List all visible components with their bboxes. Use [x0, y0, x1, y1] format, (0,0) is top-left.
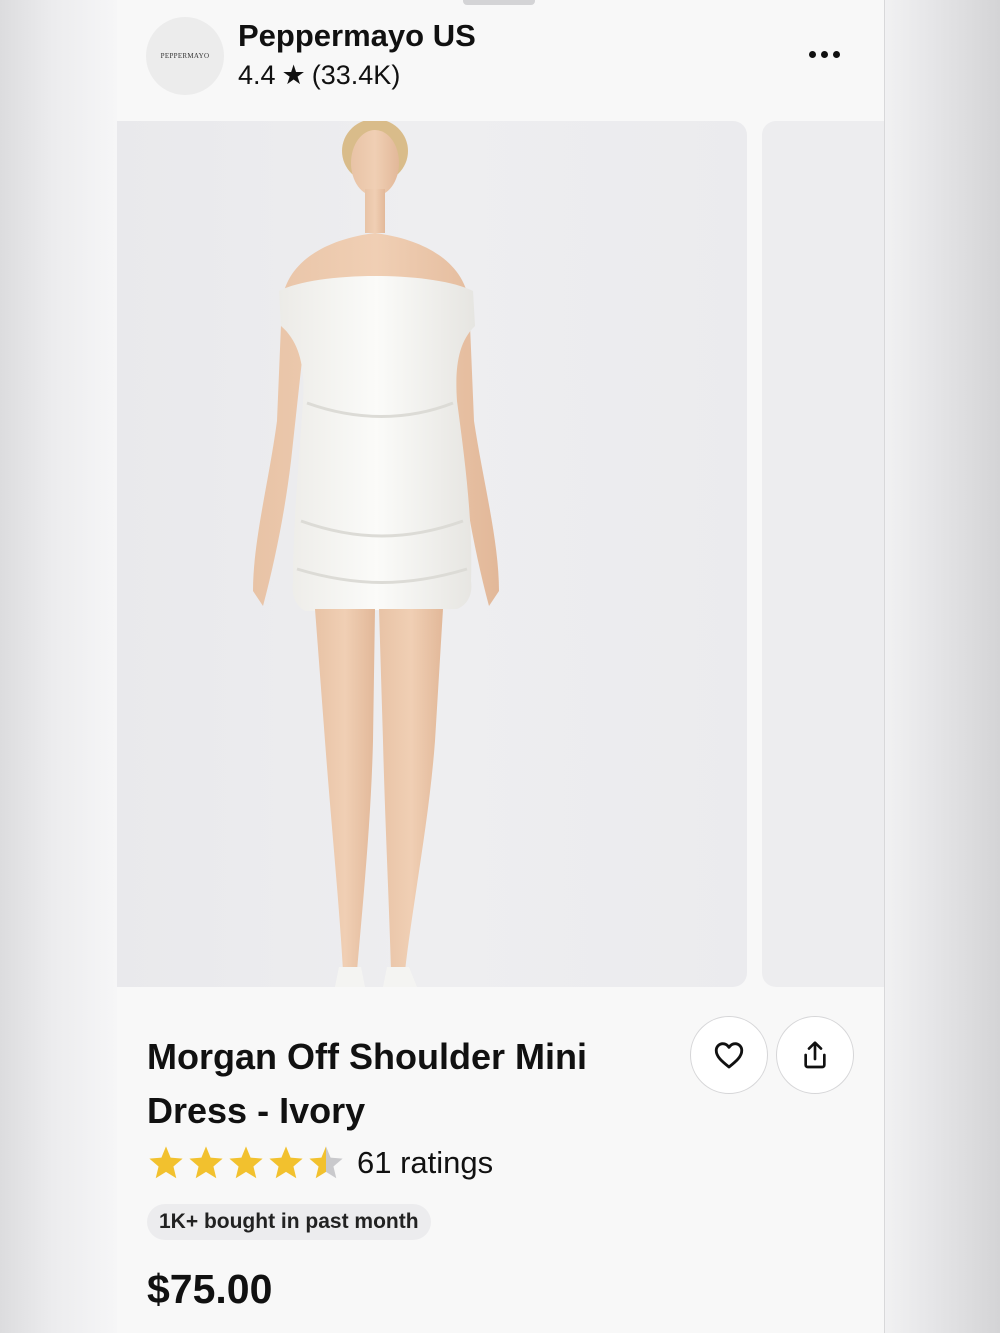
star-icon	[149, 1146, 183, 1179]
product-title: Morgan Off Shoulder Mini Dress - Ivory	[147, 1036, 587, 1131]
star-icon: ★	[281, 60, 306, 90]
model-in-dress-image	[253, 121, 499, 987]
more-options-button[interactable]	[797, 34, 851, 74]
sheet-handle[interactable]	[463, 0, 535, 5]
product-image[interactable]	[117, 121, 747, 987]
store-logo-text: PEPPERMAYO	[160, 52, 210, 60]
star-icon	[229, 1146, 263, 1179]
star-icon	[309, 1146, 343, 1179]
store-logo[interactable]: PEPPERMAYO	[146, 17, 224, 95]
more-horizontal-icon	[832, 50, 840, 58]
store-name[interactable]: Peppermayo US	[238, 18, 476, 54]
store-rating-value: 4.4	[238, 60, 276, 90]
product-price: $75.00	[147, 1266, 273, 1312]
store-rating[interactable]: 4.4 ★ (33.4K)	[238, 60, 400, 91]
star-icon	[269, 1146, 303, 1179]
next-product-image[interactable]	[762, 121, 884, 987]
star-rating	[147, 1144, 345, 1182]
store-rating-count: (33.4K)	[311, 60, 401, 90]
share-icon	[804, 1041, 826, 1069]
heart-icon	[714, 1042, 744, 1069]
more-horizontal-icon	[808, 50, 816, 58]
left-gutter	[0, 0, 117, 1333]
more-horizontal-icon	[820, 50, 828, 58]
ratings-count[interactable]: 61 ratings	[357, 1145, 493, 1181]
right-gutter	[884, 0, 1000, 1333]
star-icon	[189, 1146, 223, 1179]
product-rating[interactable]: 61 ratings	[147, 1142, 493, 1184]
product-sheet[interactable]: PEPPERMAYO Peppermayo US 4.4 ★ (33.4K) M…	[117, 0, 884, 1333]
favorite-button[interactable]	[690, 1016, 768, 1094]
popularity-badge: 1K+ bought in past month	[147, 1204, 431, 1240]
share-button[interactable]	[776, 1016, 854, 1094]
